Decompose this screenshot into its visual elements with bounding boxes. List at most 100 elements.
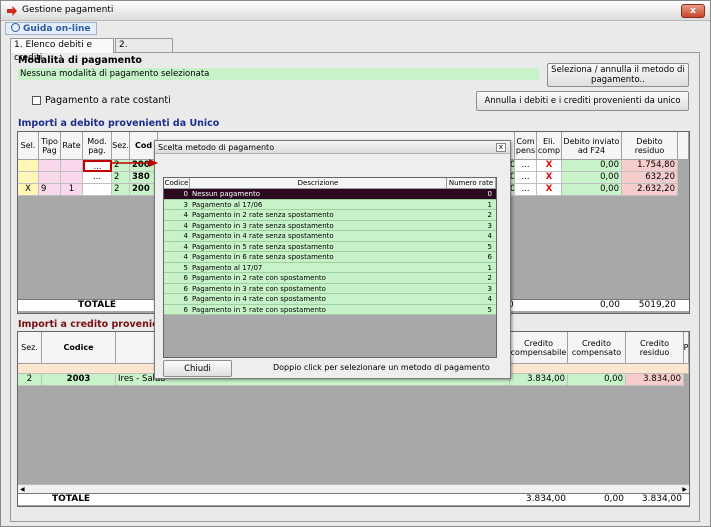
hdr-mod: Mod. pag. [83,132,112,160]
compens-button[interactable]: ... [515,160,537,172]
cell-sez: 2 [112,184,130,196]
window-close-button[interactable]: x [681,4,705,18]
mod-pag-button[interactable]: ... [83,172,112,184]
hdr-com: Com pens [515,132,537,160]
cell-sel[interactable] [18,172,39,184]
elimina-button[interactable]: X [537,160,562,172]
method-numero-rate: 5 [487,305,492,314]
method-numero-rate: 3 [487,221,492,230]
rate-costanti-checkbox[interactable] [32,96,41,105]
app-icon [7,6,17,16]
method-numero-rate: 1 [487,200,492,209]
dialog-title: Scelta metodo di pagamento [158,143,275,152]
method-codice: 4 [183,242,188,251]
method-descrizione: Nessun pagamento [192,190,260,198]
method-descrizione: Pagamento in 3 rate senza spostamento [192,221,334,230]
hdr-extra [678,132,689,160]
method-numero-rate: 1 [487,263,492,272]
method-codice: 6 [183,284,188,293]
hdr-descrizione: Descrizione [190,178,447,189]
debito-total-label: TOTALE [78,300,117,310]
cell-sel[interactable]: X [18,184,39,196]
method-row[interactable]: 6 Pagamento in 2 rate con spostamento 2 [164,273,496,284]
arrow-icon [111,159,158,167]
cell-rate: 1 [61,184,83,196]
method-row[interactable]: 4 Pagamento in 5 rate senza spostamento 5 [164,241,496,252]
dialog-close-button[interactable]: x [496,143,506,152]
method-row[interactable]: 0 Nessun pagamento 0 [164,189,496,200]
cell-res: 632,20 [622,172,678,184]
compens-button[interactable]: ... [515,184,537,196]
method-descrizione: Pagamento in 4 rate con spostamento [192,295,326,303]
method-descrizione: Pagamento in 5 rate senza spostamento [192,242,334,251]
method-row[interactable]: 4 Pagamento in 3 rate senza spostamento 3 [164,220,496,231]
cell-inv: 0,00 [562,160,622,172]
credito-total-residuo: 3.834,00 [641,494,682,504]
hdr-compensato: Credito compensato [568,332,626,364]
debito-total-res: 5019,20 [638,300,676,310]
scroll-left-icon[interactable]: ◀ [20,486,25,493]
hdr-sez: Sez. [18,332,42,364]
debito-title: Importi a debito provenienti da Unico [18,118,220,129]
elimina-button[interactable]: X [537,184,562,196]
method-codice: 5 [183,263,188,272]
guida-label: Guida on-line [23,24,91,34]
method-codice: 3 [183,200,188,209]
hdr-rate: Rate [61,132,83,160]
method-row[interactable]: 6 Pagamento in 4 rate con spostamento 4 [164,294,496,305]
method-descrizione: Pagamento in 2 rate senza spostamento [192,211,334,219]
scroll-right-icon[interactable]: ▶ [682,486,687,493]
annulla-debiti-button[interactable]: Annulla i debiti e i crediti provenienti… [476,91,689,111]
guida-online-button[interactable]: Guida on-line [5,22,97,35]
hdr-numero-rate: Numero rate [447,178,496,189]
method-descrizione: Pagamento al 17/06 [192,200,263,209]
method-row[interactable]: 6 Pagamento in 3 rate con spostamento 3 [164,283,496,294]
mod-pag-button[interactable] [83,184,112,196]
hdr-inv: Debito inviato ad F24 [562,132,622,160]
dialog-hint: Doppio click per selezionare un metodo d… [273,363,490,372]
method-row[interactable]: 6 Pagamento in 5 rate con spostamento 5 [164,304,496,315]
methods-grid: Codice Descrizione Numero rate 0 Nessun p… [163,177,497,358]
hdr-tipo: Tipo Pag [39,132,61,160]
method-codice: 4 [183,221,188,230]
rate-costanti-label: Pagamento a rate costanti [45,95,171,106]
method-row[interactable]: 4 Pagamento in 6 rate senza spostamento 6 [164,252,496,263]
compens-button[interactable]: ... [515,172,537,184]
method-numero-rate: 2 [487,211,492,219]
credito-total-row: TOTALE 3.834,00 0,00 3.834,00 [18,493,689,505]
method-descrizione: Pagamento in 4 rate senza spostamento [192,232,334,240]
cell-residuo: 3.834,00 [626,374,684,386]
method-row[interactable]: 4 Pagamento in 4 rate senza spostamento 4 [164,231,496,242]
cell-sel[interactable] [18,160,39,172]
cell-inv: 0,00 [562,184,622,196]
method-codice: 4 [183,232,188,240]
cell-rate [61,172,83,184]
tab-elenco[interactable]: 1. Elenco debiti e crediti [10,38,114,63]
help-icon [11,23,20,32]
method-descrizione: Pagamento in 2 rate con spostamento [192,274,326,282]
cell-res: 2.632,20 [622,184,678,196]
method-numero-rate: 5 [487,242,492,251]
method-descrizione: Pagamento al 17/07 [192,263,263,272]
method-codice: 6 [183,274,188,282]
method-descrizione: Pagamento in 3 rate con spostamento [192,284,326,293]
method-descrizione: Pagamento in 5 rate con spostamento [192,305,326,314]
hdr-sez: Sez. [112,132,130,160]
credito-scrollbar[interactable]: ◀ ▶ [18,484,689,493]
credito-total-label: TOTALE [52,494,91,504]
chiudi-button[interactable]: Chiudi [163,360,232,377]
cell-sez: 2 [18,374,42,386]
tab-riepilogo[interactable]: 2. Riepilogo [115,38,173,63]
method-row[interactable]: 4 Pagamento in 2 rate senza spostamento 2 [164,210,496,221]
payment-method-dialog: Scelta metodo di pagamento x Codice Desc… [154,140,511,379]
cell-rate [61,160,83,172]
cell-comp: 3.834,00 [510,374,568,386]
seleziona-metodo-button[interactable]: Seleziona / annulla il metodo di pagamen… [547,63,689,87]
method-row[interactable]: 3 Pagamento al 17/06 1 [164,199,496,210]
cell-inv: 0,00 [562,172,622,184]
hdr-res: Debito residuo [622,132,678,160]
method-codice: 4 [183,253,188,261]
mod-pag-button[interactable]: ... [83,160,112,172]
method-row[interactable]: 5 Pagamento al 17/07 1 [164,262,496,273]
elimina-button[interactable]: X [537,172,562,184]
